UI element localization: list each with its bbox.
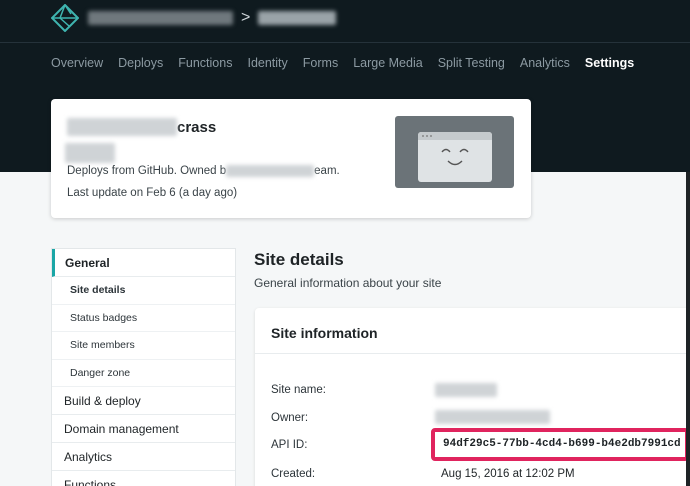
tab-large-media[interactable]: Large Media [353,55,423,71]
last-update-text: Last update on Feb 6 (a day ago) [67,187,238,199]
site-title-redacted [67,118,177,136]
api-id-highlight[interactable]: 94df29c5-77bb-4cd4-b699-b4e2db7991cd [431,428,689,461]
deploy-source-text: Deploys from GitHub. Owned b eam. [67,165,340,177]
site-information-title: Site information [271,325,378,341]
site-name-redacted[interactable] [258,11,337,25]
owner-team-redacted [226,165,315,177]
sidebar-item-build-deploy[interactable]: Build & deploy [52,387,235,415]
tab-settings[interactable]: Settings [585,55,634,71]
card-divider [255,353,690,354]
window-edge [686,172,690,486]
header-divider [0,42,690,43]
team-name-redacted[interactable] [88,11,233,25]
tab-overview[interactable]: Overview [51,55,103,71]
tab-deploys[interactable]: Deploys [118,55,163,71]
deploy-source-prefix: Deploys from GitHub. Owned b [67,165,227,177]
tab-identity[interactable]: Identity [247,55,287,71]
site-preview-thumbnail[interactable] [395,116,514,188]
owner-value-redacted [435,410,550,424]
tab-split-testing[interactable]: Split Testing [438,55,505,71]
deploy-source-suffix: eam. [314,165,340,177]
sidebar-item-general[interactable]: General [52,249,235,277]
site-information-card: Site information Site name: Owner: API I… [255,308,690,486]
site-title: crass [67,118,216,136]
netlify-logo-icon[interactable] [51,4,79,32]
api-id-value[interactable]: 94df29c5-77bb-4cd4-b699-b4e2db7991cd [443,438,681,450]
owner-label: Owner: [271,412,309,424]
sidebar-subitem-status-badges[interactable]: Status badges [52,305,235,332]
breadcrumb: > [88,8,337,28]
sidebar-subitem-danger-zone[interactable]: Danger zone [52,360,235,387]
site-nav-tabs: Overview Deploys Functions Identity Form… [51,55,649,71]
site-name-value-redacted [435,383,497,397]
created-label: Created: [271,468,316,480]
sidebar-item-domain-management[interactable]: Domain management [52,415,235,443]
api-id-label: API ID: [271,439,308,451]
sidebar-subitem-site-members[interactable]: Site members [52,332,235,360]
site-name-label: Site name: [271,384,326,396]
created-value: Aug 15, 2016 at 12:02 PM [441,468,575,480]
site-overview-card: crass Deploys from GitHub. Owned b eam. … [51,99,531,218]
smiley-browser-icon [418,132,492,182]
sidebar-subitem-site-details[interactable]: Site details [52,277,235,305]
settings-sidebar: General Site details Status badges Site … [51,248,236,486]
tab-functions[interactable]: Functions [178,55,232,71]
sidebar-item-functions[interactable]: Functions [52,471,235,486]
site-url-redacted[interactable] [65,143,115,163]
sidebar-item-analytics[interactable]: Analytics [52,443,235,471]
breadcrumb-separator: > [241,9,251,26]
site-title-suffix: crass [177,118,217,136]
tab-analytics[interactable]: Analytics [520,55,570,71]
section-title: Site details [254,250,344,269]
tab-forms[interactable]: Forms [303,55,338,71]
section-description: General information about your site [254,276,442,290]
